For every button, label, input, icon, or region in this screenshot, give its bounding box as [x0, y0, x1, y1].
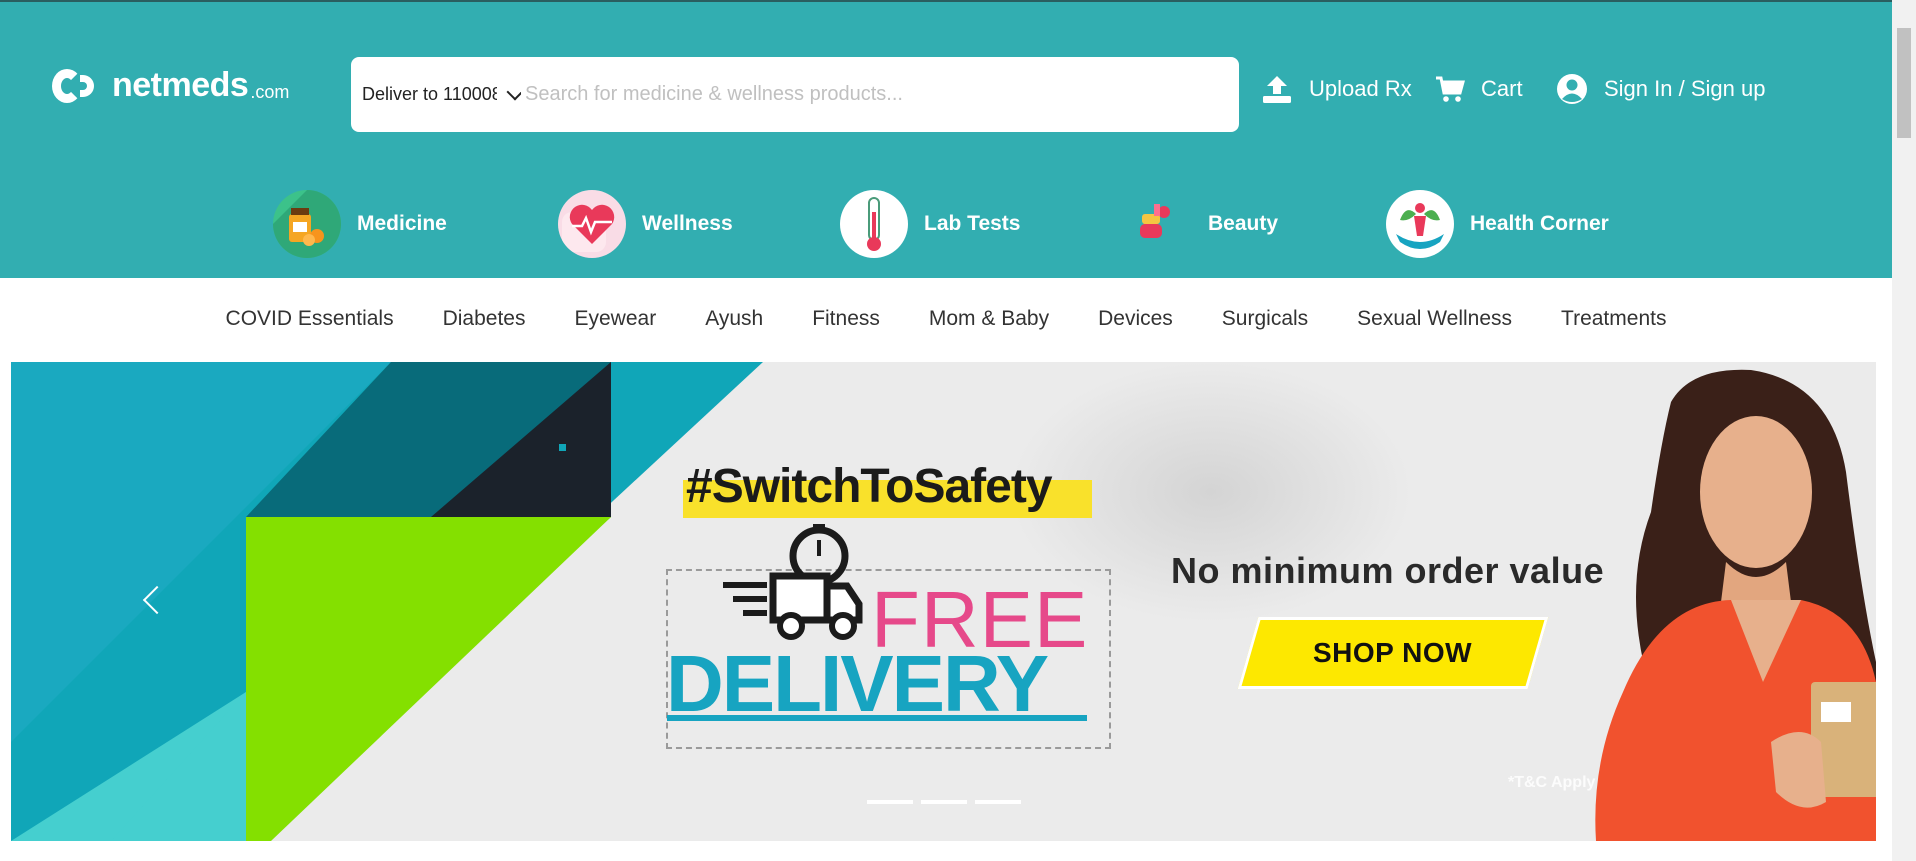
- sign-in-link[interactable]: Sign In / Sign up: [1556, 68, 1765, 110]
- category-label: Wellness: [642, 212, 733, 235]
- sign-in-label: Sign In / Sign up: [1604, 76, 1766, 101]
- subnav-eyewear[interactable]: Eyewear: [574, 307, 656, 331]
- logo-mark-icon: [52, 68, 98, 103]
- upload-rx-label: Upload Rx: [1309, 76, 1412, 101]
- carousel-dots: [867, 800, 1029, 804]
- subnav-fitness[interactable]: Fitness: [812, 307, 880, 331]
- subnav-ayush[interactable]: Ayush: [705, 307, 763, 331]
- cart-link[interactable]: Cart: [1435, 68, 1523, 110]
- subnav-covid-essentials[interactable]: COVID Essentials: [226, 307, 394, 331]
- category-medicine[interactable]: Medicine: [273, 190, 447, 258]
- subnav-treatments[interactable]: Treatments: [1561, 307, 1666, 331]
- medicine-bottle-icon: [273, 190, 341, 258]
- carousel-dot[interactable]: [975, 800, 1021, 804]
- thermometer-icon: [840, 190, 908, 258]
- subnav-sexual-wellness[interactable]: Sexual Wellness: [1357, 307, 1512, 331]
- heart-pulse-icon: [558, 190, 626, 258]
- category-label: Lab Tests: [924, 212, 1021, 235]
- category-label: Medicine: [357, 212, 447, 235]
- deliver-to-selector[interactable]: Deliver to 110008: [351, 84, 521, 105]
- search-input[interactable]: [521, 74, 1239, 115]
- terms-note: *T&C Apply: [1508, 774, 1596, 791]
- subcategory-nav: COVID Essentials Diabetes Eyewear Ayush …: [0, 278, 1892, 360]
- brand-ambassador-photo: [1595, 369, 1876, 841]
- upload-icon: [1261, 74, 1293, 104]
- deliver-to-label: Deliver to 110008: [362, 84, 498, 104]
- site-header: netmeds .com Deliver to 110008 Upload Rx…: [0, 2, 1892, 278]
- hashtag-text: #SwitchToSafety: [686, 460, 1053, 513]
- cart-icon: [1435, 75, 1465, 103]
- vertical-scrollbar[interactable]: [1892, 0, 1916, 861]
- cart-label: Cart: [1481, 76, 1523, 101]
- hand-person-icon: [1386, 190, 1454, 258]
- carousel-dot[interactable]: [867, 800, 913, 804]
- subnav-surgicals[interactable]: Surgicals: [1222, 307, 1308, 331]
- carousel-dot[interactable]: [921, 800, 967, 804]
- logo-word: netmeds: [112, 66, 249, 104]
- scrollbar-thumb[interactable]: [1897, 28, 1911, 138]
- beauty-products-icon: [1124, 190, 1192, 258]
- category-wellness[interactable]: Wellness: [558, 190, 733, 258]
- netmeds-logo[interactable]: netmeds .com: [52, 66, 289, 105]
- category-label: Beauty: [1208, 212, 1279, 235]
- category-lab-tests[interactable]: Lab Tests: [840, 190, 1020, 258]
- chevron-down-icon: [506, 84, 521, 100]
- subnav-mom-baby[interactable]: Mom & Baby: [929, 307, 1049, 331]
- logo-domain: .com: [250, 82, 290, 102]
- upload-rx-link[interactable]: Upload Rx: [1261, 68, 1412, 110]
- subnav-devices[interactable]: Devices: [1098, 307, 1173, 331]
- promo-banner[interactable]: #SwitchToSafety FREE DELIVERY No minimum…: [11, 362, 1876, 841]
- user-avatar-icon: [1556, 73, 1588, 105]
- subnav-diabetes[interactable]: Diabetes: [443, 307, 526, 331]
- category-label: Health Corner: [1470, 212, 1609, 235]
- search-bar: Deliver to 110008: [351, 57, 1239, 132]
- category-health-corner[interactable]: Health Corner: [1386, 190, 1609, 258]
- category-beauty[interactable]: Beauty: [1124, 190, 1278, 258]
